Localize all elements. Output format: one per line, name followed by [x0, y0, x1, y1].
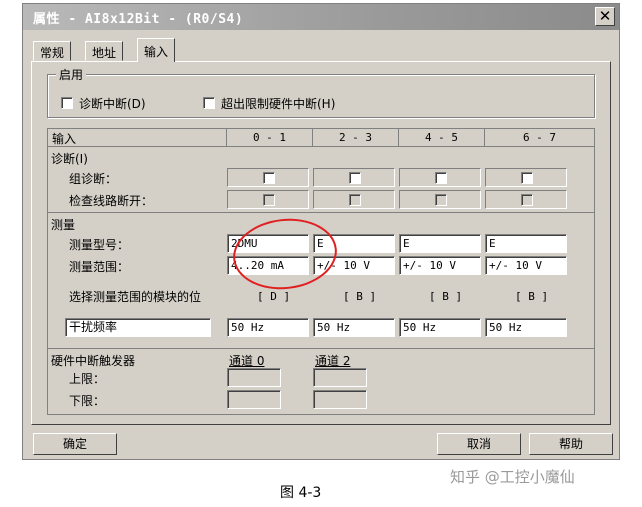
tab-input-label: 输入 [144, 45, 169, 59]
measure-type-field-3[interactable]: E [485, 234, 567, 253]
close-button[interactable]: ✕ [595, 7, 615, 26]
header-col-4-5: 4 - 5 [398, 129, 484, 146]
measure-range-field-3[interactable]: +/- 10 V [485, 256, 567, 275]
frequency-field-2[interactable]: 50 Hz [399, 318, 481, 337]
interference-frequency-label-box: 干扰频率 [65, 318, 211, 337]
upper-limit-label: 上限： [69, 372, 106, 386]
channel-header-row: 输入 0 - 1 2 - 3 4 - 5 6 - 7 [47, 128, 595, 147]
header-input-label: 输入 [52, 132, 77, 146]
header-col-6-7: 6 - 7 [484, 129, 594, 146]
upper-limit-field-ch0[interactable] [227, 368, 281, 387]
wire-break-checkbox-0[interactable] [263, 194, 275, 206]
frequency-field-0[interactable]: 50 Hz [227, 318, 309, 337]
measure-range-label: 测量范围： [69, 260, 130, 274]
measurement-legend: 测量 [51, 218, 76, 232]
tab-address[interactable]: 地址 [85, 41, 124, 61]
help-button[interactable]: 帮助 [529, 433, 613, 455]
tab-address-label: 地址 [92, 46, 117, 60]
ok-button[interactable]: 确定 [33, 433, 117, 455]
tab-input[interactable]: 输入 [137, 38, 176, 62]
module-position-0: [ D ] [257, 290, 291, 303]
watermark: 知乎 @工控小魔仙 [450, 468, 575, 486]
figure-caption: 图 4-3 [280, 485, 322, 501]
hw-trigger-legend: 硬件中断触发器 [51, 354, 136, 368]
channel-2-label: 通道 2 [315, 354, 351, 368]
measure-range-field-2[interactable]: +/- 10 V [399, 256, 481, 275]
module-position-2: [ B ] [429, 290, 463, 303]
tab-general[interactable]: 常规 [33, 41, 72, 61]
tab-general-label: 常规 [40, 46, 65, 60]
wire-break-checkbox-1[interactable] [349, 194, 361, 206]
diag-interrupt-label: 诊断中断(D) [79, 97, 146, 111]
module-position-3: [ B ] [515, 290, 549, 303]
module-position-label: 选择测量范围的模块的位 [69, 290, 202, 304]
wire-break-checkbox-3[interactable] [521, 194, 533, 206]
properties-dialog: 属性 - AI8x12Bit - (R0/S4) ✕ 常规 地址 输入 启用 诊… [22, 3, 620, 460]
window-title: 属性 - AI8x12Bit - (R0/S4) [33, 12, 244, 27]
header-col-2-3: 2 - 3 [312, 129, 398, 146]
lower-limit-field-ch0[interactable] [227, 390, 281, 409]
diagnostics-legend: 诊断(I) [51, 152, 88, 166]
header-col-0-1: 0 - 1 [226, 129, 312, 146]
group-diag-checkbox-2[interactable] [435, 172, 447, 184]
close-icon: ✕ [598, 7, 612, 25]
group-diag-checkbox-0[interactable] [263, 172, 275, 184]
module-position-1: [ B ] [343, 290, 377, 303]
cancel-button[interactable]: 取消 [437, 433, 521, 455]
title-bar[interactable]: 属性 - AI8x12Bit - (R0/S4) ✕ [23, 4, 619, 30]
hw-interrupt-label: 超出限制硬件中断(H) [221, 97, 336, 111]
measure-type-field-2[interactable]: E [399, 234, 481, 253]
group-diag-label: 组诊断： [69, 172, 118, 186]
channel-0-label: 通道 0 [229, 354, 265, 368]
enable-legend: 启用 [56, 66, 87, 83]
wire-break-checkbox-2[interactable] [435, 194, 447, 206]
frequency-field-3[interactable]: 50 Hz [485, 318, 567, 337]
measure-type-label: 测量型号： [69, 238, 130, 252]
upper-limit-field-ch2[interactable] [313, 368, 367, 387]
wire-break-label: 检查线路断开： [69, 194, 154, 208]
hw-interrupt-checkbox[interactable] [203, 97, 215, 109]
diag-interrupt-checkbox[interactable] [61, 97, 73, 109]
lower-limit-field-ch2[interactable] [313, 390, 367, 409]
group-diag-checkbox-1[interactable] [349, 172, 361, 184]
frequency-field-1[interactable]: 50 Hz [313, 318, 395, 337]
group-diag-checkbox-3[interactable] [521, 172, 533, 184]
lower-limit-label: 下限： [69, 394, 106, 408]
